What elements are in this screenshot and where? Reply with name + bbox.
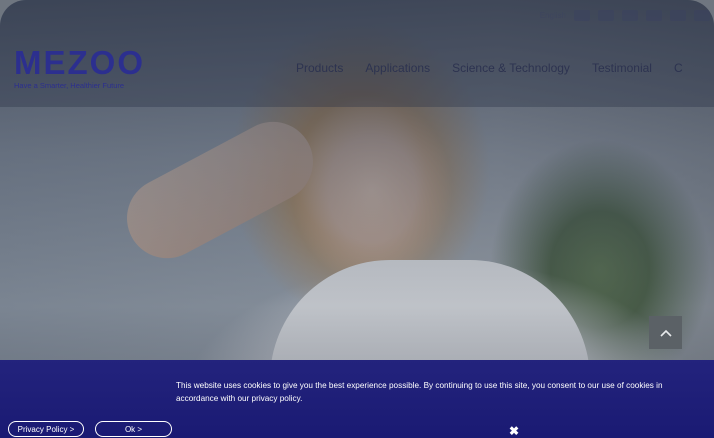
- cookie-banner: This website uses cookies to give you th…: [0, 360, 714, 438]
- close-icon[interactable]: ✖: [509, 424, 519, 438]
- scroll-top-icon: [659, 329, 672, 337]
- flag-icon[interactable]: [574, 9, 590, 21]
- social-linkedin-icon[interactable]: [694, 9, 710, 21]
- scroll-top-button[interactable]: [649, 316, 682, 349]
- social-instagram-icon[interactable]: [646, 9, 662, 21]
- nav-item-science-technology[interactable]: Science & Technology: [452, 61, 570, 75]
- brand-tagline: Have a Smarter, Healthier Future: [14, 81, 125, 90]
- site-header: English MEZOO Have a Smarter, Healthier …: [0, 0, 714, 107]
- brand-logo[interactable]: MEZOO Have a Smarter, Healthier Future: [14, 44, 145, 91]
- nav-item-testimonial[interactable]: Testimonial: [592, 61, 652, 75]
- page-frame: English MEZOO Have a Smarter, Healthier …: [0, 0, 714, 438]
- privacy-policy-button[interactable]: Privacy Policy >: [8, 421, 84, 437]
- social-youtube-icon[interactable]: [670, 9, 686, 21]
- language-label[interactable]: English: [540, 11, 566, 20]
- cookie-message: This website uses cookies to give you th…: [176, 381, 663, 403]
- main-nav: Products Applications Science & Technolo…: [296, 61, 705, 75]
- top-utility-bar: English: [540, 6, 710, 24]
- nav-item-contact[interactable]: C: [674, 61, 683, 75]
- nav-item-applications[interactable]: Applications: [365, 61, 430, 75]
- social-x-icon[interactable]: [598, 9, 614, 21]
- brand-name: MEZOO: [14, 44, 145, 81]
- ok-button[interactable]: Ok >: [95, 421, 172, 437]
- social-facebook-icon[interactable]: [622, 9, 638, 21]
- nav-item-products[interactable]: Products: [296, 61, 343, 75]
